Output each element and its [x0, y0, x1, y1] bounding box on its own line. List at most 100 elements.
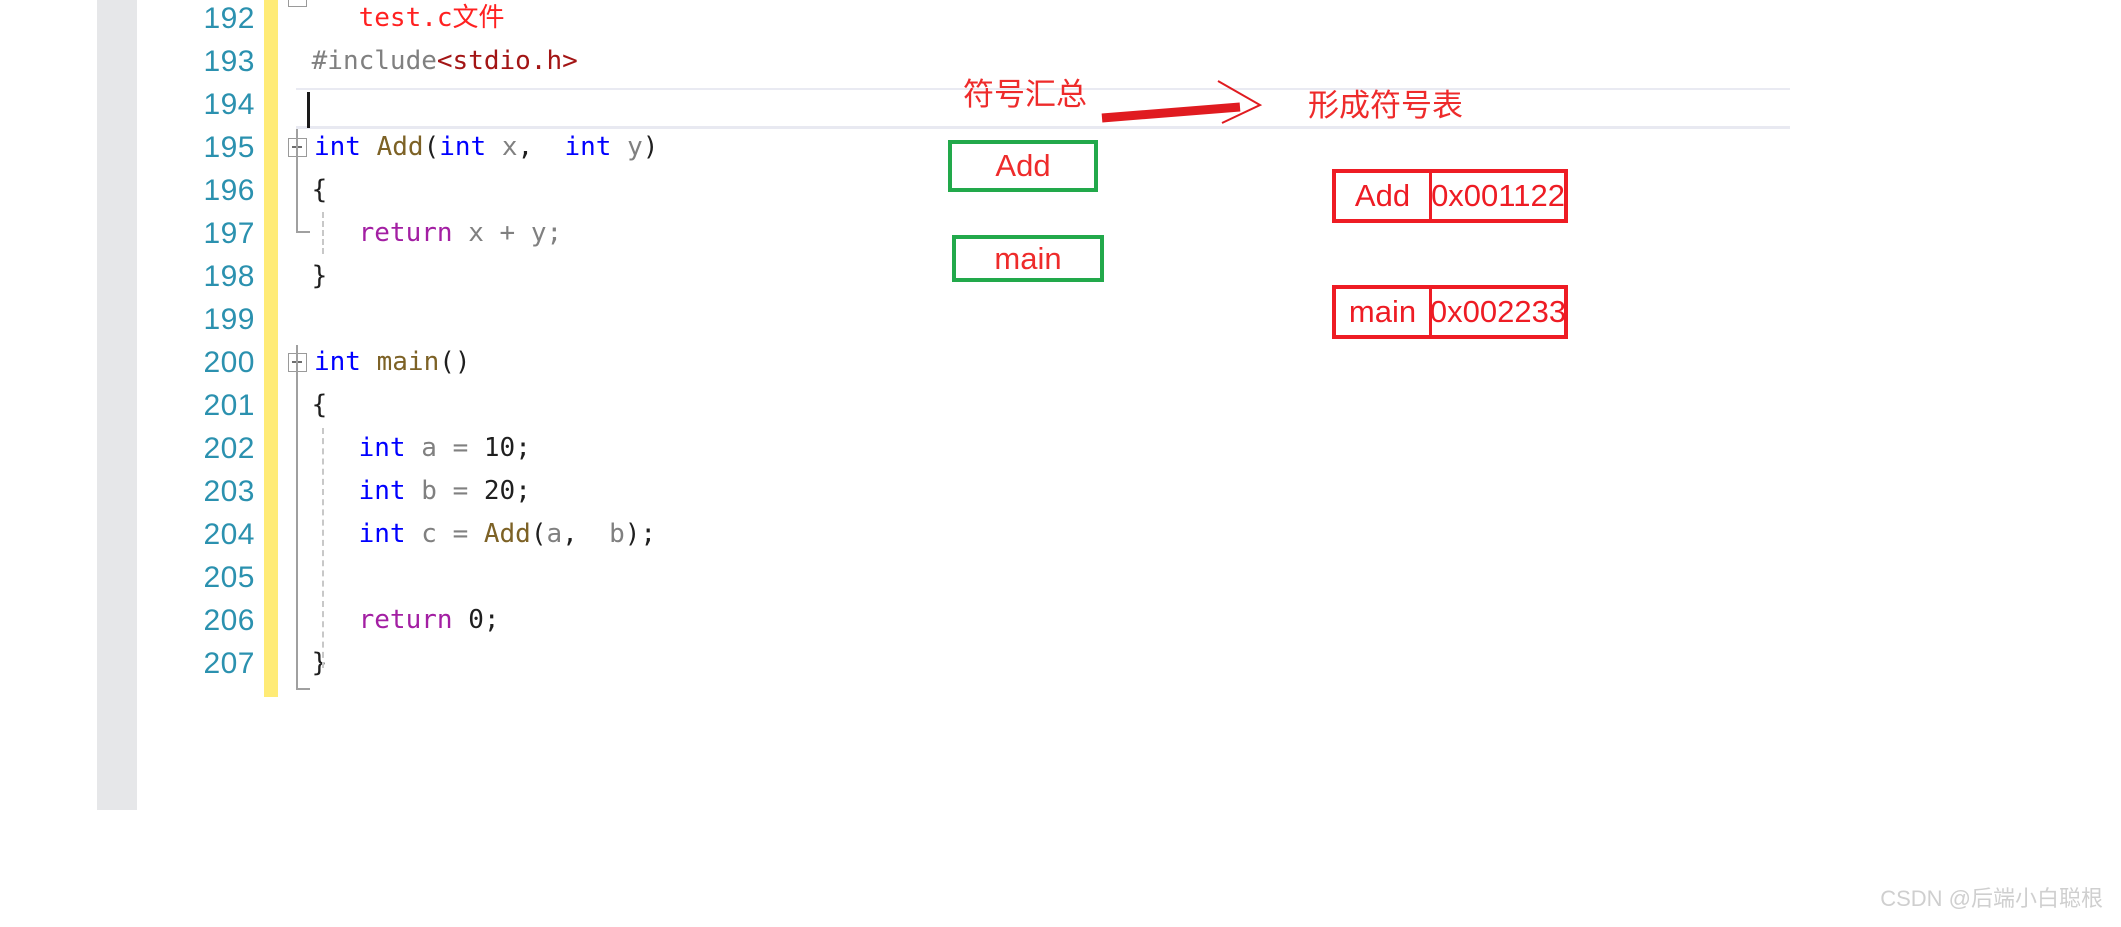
code-line[interactable]: 205 — [0, 556, 2121, 599]
line-number: 207 — [203, 647, 255, 680]
code-token: y — [627, 132, 643, 162]
green-box-add-label: Add — [995, 148, 1051, 183]
code-token: = — [452, 476, 469, 506]
symbol-address-cell: 0x002233 — [1429, 289, 1567, 335]
code-token: <stdio.h> — [436, 46, 578, 76]
green-box-main-label: main — [994, 240, 1062, 276]
code-token: x — [468, 218, 484, 248]
code-text: int main() — [314, 341, 471, 384]
code-text: } — [296, 255, 328, 298]
code-token: int — [358, 519, 406, 549]
green-box-add: Add — [948, 140, 1098, 192]
symbol-table-row-add: Add 0x001122 — [1332, 169, 1568, 223]
code-token: ) — [642, 132, 659, 162]
indent-guide-add — [322, 212, 324, 254]
code-token: a — [546, 519, 563, 549]
code-token: main — [376, 347, 440, 377]
green-box-main: main — [952, 235, 1104, 282]
code-token: int — [314, 132, 361, 162]
code-token: int — [358, 433, 406, 463]
code-token: ; — [515, 476, 531, 506]
code-token: ; — [515, 433, 531, 463]
code-text: return x + y; — [296, 212, 563, 255]
code-text: return 0; — [296, 599, 500, 642]
code-token: , — [562, 519, 610, 549]
code-token: int — [314, 347, 361, 377]
code-token: = — [452, 433, 469, 463]
code-token: ); — [624, 519, 657, 549]
line-number: 201 — [203, 389, 255, 422]
code-token: x — [501, 132, 518, 162]
code-token: ; — [483, 605, 500, 635]
code-token: int — [439, 132, 487, 162]
line-number: 199 — [203, 303, 255, 336]
code-text: { — [296, 384, 328, 427]
code-token: + — [499, 218, 516, 248]
fold-guide-add — [296, 129, 298, 233]
code-line[interactable]: 203 int b = 20; — [0, 470, 2121, 513]
code-token: 20 — [483, 476, 516, 506]
code-token: #include — [296, 46, 437, 76]
code-token: = — [452, 519, 469, 549]
code-token: y — [530, 218, 547, 248]
line-number: 204 — [203, 518, 255, 551]
indent-guide-main — [322, 428, 324, 668]
code-token: return — [358, 605, 453, 635]
code-line[interactable]: 206 return 0; — [0, 599, 2121, 642]
code-token: int — [358, 476, 406, 506]
symbol-address-main: 0x002233 — [1429, 294, 1567, 329]
code-line[interactable]: 201 { — [0, 384, 2121, 427]
code-token: Add — [483, 519, 531, 549]
line-number: 194 — [203, 88, 255, 121]
code-token: return — [358, 218, 453, 248]
code-token: a — [421, 433, 437, 463]
code-token: { — [296, 390, 328, 420]
code-token: 0 — [468, 605, 484, 635]
code-token: int — [564, 132, 612, 162]
label-symbol-table: 形成符号表 — [1308, 88, 1463, 123]
line-number: 205 — [203, 561, 255, 594]
code-token: 10 — [483, 433, 516, 463]
line-number: 203 — [203, 475, 255, 508]
code-text: int c = Add(a, b); — [296, 513, 656, 556]
symbol-address-add: 0x001122 — [1431, 178, 1565, 213]
code-token: , — [517, 132, 565, 162]
code-token: test.c文件 — [296, 3, 505, 33]
code-line[interactable]: 199 — [0, 298, 2121, 341]
code-token: Add — [376, 132, 424, 162]
arrow-icon — [1101, 80, 1263, 124]
line-number: 202 — [203, 432, 255, 465]
fold-guide-main-foot — [296, 688, 310, 690]
code-line[interactable]: 192 test.c文件 — [0, 0, 2121, 40]
line-number: 197 — [203, 217, 255, 250]
arrow-to-symbol-table — [1100, 80, 1320, 140]
line-number: 192 — [203, 2, 255, 35]
symbol-name-add: Add — [1354, 178, 1411, 213]
code-line[interactable]: 207 } — [0, 642, 2121, 685]
line-number: 200 — [203, 346, 255, 379]
line-number: 195 — [203, 131, 255, 164]
code-line[interactable]: 202 int a = 10; — [0, 427, 2121, 470]
line-number: 198 — [203, 260, 255, 293]
code-line[interactable]: 204 int c = Add(a, b); — [0, 513, 2121, 556]
code-token: ( — [530, 519, 547, 549]
code-line[interactable]: 200 int main() — [0, 341, 2121, 384]
symbol-address-cell: 0x001122 — [1431, 173, 1565, 219]
code-token: ( — [423, 132, 440, 162]
